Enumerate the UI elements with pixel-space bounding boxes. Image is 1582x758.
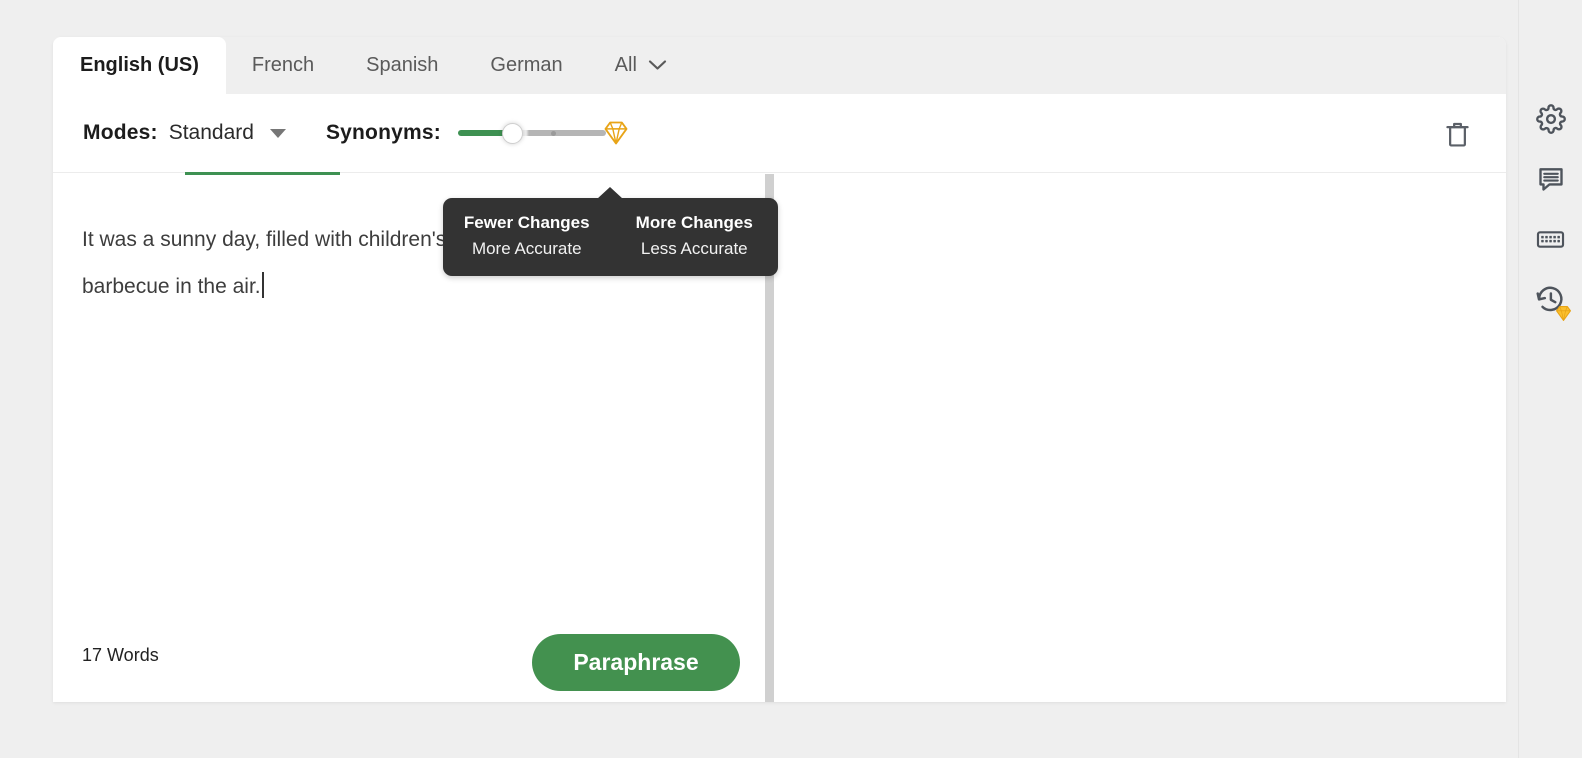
tooltip-left-subtitle: More Accurate xyxy=(471,239,582,258)
mode-selected-label: Standard xyxy=(168,121,254,144)
language-tab-label: German xyxy=(490,54,563,76)
paraphrase-button[interactable]: Paraphrase xyxy=(532,634,740,691)
language-tab-label: All xyxy=(614,54,637,76)
tooltip-column-left: Fewer Changes More Accurate xyxy=(443,210,611,262)
tooltip-right-title: More Changes xyxy=(635,213,753,232)
diamond-icon xyxy=(1555,306,1571,321)
trash-icon xyxy=(1445,122,1469,147)
word-count-label: 17 Words xyxy=(82,645,159,665)
right-icon-rail xyxy=(1518,0,1582,758)
feedback-icon[interactable] xyxy=(1532,160,1570,198)
language-tab-french[interactable]: French xyxy=(226,37,340,94)
language-tab-label: French xyxy=(251,54,315,76)
text-caret xyxy=(261,272,264,298)
tooltip-left-title: Fewer Changes xyxy=(463,213,590,232)
slider-track-fill xyxy=(457,130,506,136)
caret-down-icon xyxy=(269,128,286,138)
editor-panes: It was a sunny day, filled with children… xyxy=(53,174,1506,702)
language-tab-spanish[interactable]: Spanish xyxy=(340,37,464,94)
paraphraser-card: English (US) French Spanish German All M… xyxy=(53,37,1506,702)
synonyms-tooltip: Fewer Changes More Accurate More Changes… xyxy=(443,187,779,276)
language-tab-label: English (US) xyxy=(80,54,199,76)
chevron-down-icon xyxy=(648,54,667,77)
mode-active-underline xyxy=(185,172,340,175)
settings-icon[interactable] xyxy=(1532,100,1570,138)
clear-text-button[interactable] xyxy=(1439,116,1475,152)
synonyms-label: Synonyms: xyxy=(325,121,441,144)
output-text xyxy=(774,174,1506,258)
history-icon[interactable] xyxy=(1532,280,1571,321)
modes-toolbar: Modes: Standard Synonyms: xyxy=(53,94,1506,173)
language-tab-german[interactable]: German xyxy=(464,37,588,94)
slider-thumb[interactable] xyxy=(501,123,523,144)
language-tabs: English (US) French Spanish German All xyxy=(53,37,693,94)
app-root: English (US) French Spanish German All M… xyxy=(0,0,1582,758)
mode-dropdown[interactable]: Standard xyxy=(169,121,286,145)
speech-bubble-icon xyxy=(1538,168,1563,191)
output-pane[interactable] xyxy=(774,174,1506,702)
keyboard-icon[interactable] xyxy=(1532,220,1570,258)
language-tab-english-us[interactable]: English (US) xyxy=(53,37,226,94)
slider-tick-dot xyxy=(550,131,556,136)
modes-label: Modes: xyxy=(83,121,158,144)
diamond-icon[interactable] xyxy=(602,120,630,151)
synonyms-slider[interactable] xyxy=(457,118,630,151)
language-tab-label: Spanish xyxy=(366,54,439,76)
gear-icon xyxy=(1535,104,1566,134)
keyboard-glyph-icon xyxy=(1536,230,1565,248)
tooltip-column-right: More Changes Less Accurate xyxy=(611,210,779,262)
tooltip-right-subtitle: Less Accurate xyxy=(640,239,748,258)
language-tabstrip: English (US) French Spanish German All xyxy=(53,37,1506,94)
language-tab-all[interactable]: All xyxy=(589,37,693,94)
